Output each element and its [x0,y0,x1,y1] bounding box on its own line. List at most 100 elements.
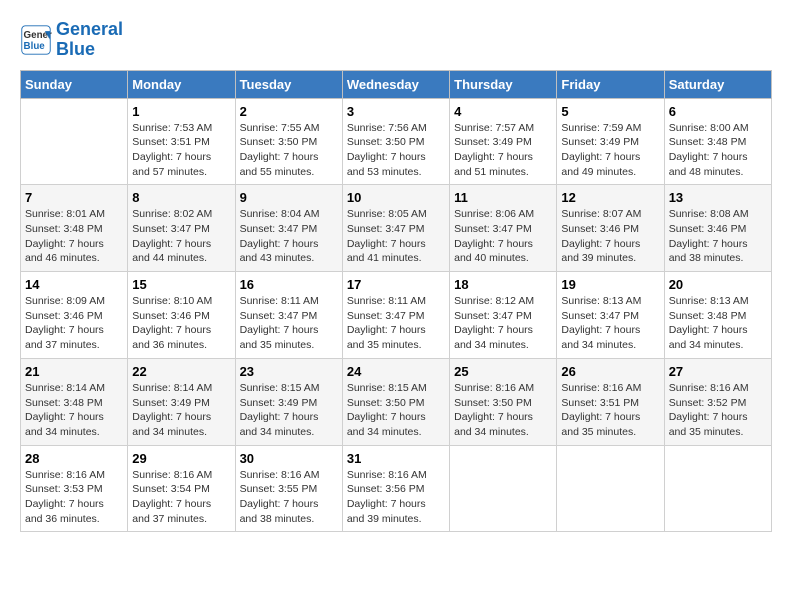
day-number: 7 [25,190,123,205]
header-friday: Friday [557,70,664,98]
calendar-header-row: SundayMondayTuesdayWednesdayThursdayFrid… [21,70,772,98]
day-number: 12 [561,190,659,205]
calendar-cell: 21Sunrise: 8:14 AM Sunset: 3:48 PM Dayli… [21,358,128,445]
day-number: 11 [454,190,552,205]
calendar-cell: 18 Sunrise: 8:12 AM Sunset: 3:47 PM Dayli… [450,272,557,359]
day-info: Sunrise: 7:57 AM Sunset: 3:49 PM Dayligh… [454,121,552,180]
calendar-cell: 8 Sunrise: 8:02 AM Sunset: 3:47 PM Daylig… [128,185,235,272]
day-info: Sunrise: 8:10 AM Sunset: 3:46 PM Dayligh… [132,294,230,353]
logo-text: GeneralBlue [56,20,123,60]
day-number: 18 [454,277,552,292]
calendar-cell: 1Sunrise: 7:53 AM Sunset: 3:51 PM Daylig… [128,98,235,185]
calendar-week-row: 14 Sunrise: 8:09 AM Sunset: 3:46 PM Dayli… [21,272,772,359]
day-number: 3 [347,104,445,119]
day-number: 16 [240,277,338,292]
day-info: Sunrise: 8:16 AM Sunset: 3:51 PM Dayligh… [561,381,659,440]
day-info: Sunrise: 8:14 AM Sunset: 3:48 PM Dayligh… [25,381,123,440]
day-info: Sunrise: 8:16 AM Sunset: 3:53 PM Dayligh… [25,468,123,527]
day-info: Sunrise: 8:02 AM Sunset: 3:47 PM Dayligh… [132,207,230,266]
day-number: 2 [240,104,338,119]
calendar-cell: 23 Sunrise: 8:15 AM Sunset: 3:49 PM Dayli… [235,358,342,445]
calendar-cell: 3 Sunrise: 7:56 AM Sunset: 3:50 PM Daylig… [342,98,449,185]
calendar-cell: 9 Sunrise: 8:04 AM Sunset: 3:47 PM Daylig… [235,185,342,272]
day-number: 22 [132,364,230,379]
day-info: Sunrise: 8:16 AM Sunset: 3:54 PM Dayligh… [132,468,230,527]
day-number: 15 [132,277,230,292]
calendar-week-row: 7 Sunrise: 8:01 AM Sunset: 3:48 PM Daylig… [21,185,772,272]
day-number: 26 [561,364,659,379]
calendar-cell: 2Sunrise: 7:55 AM Sunset: 3:50 PM Daylig… [235,98,342,185]
header-wednesday: Wednesday [342,70,449,98]
day-number: 25 [454,364,552,379]
calendar-cell [664,445,771,532]
calendar-cell: 11 Sunrise: 8:06 AM Sunset: 3:47 PM Dayli… [450,185,557,272]
calendar-cell: 29 Sunrise: 8:16 AM Sunset: 3:54 PM Dayli… [128,445,235,532]
calendar-week-row: 21Sunrise: 8:14 AM Sunset: 3:48 PM Dayli… [21,358,772,445]
day-info: Sunrise: 8:00 AM Sunset: 3:48 PM Dayligh… [669,121,767,180]
calendar-cell: 6Sunrise: 8:00 AM Sunset: 3:48 PM Daylig… [664,98,771,185]
calendar-week-row: 1Sunrise: 7:53 AM Sunset: 3:51 PM Daylig… [21,98,772,185]
calendar-cell: 13Sunrise: 8:08 AM Sunset: 3:46 PM Dayli… [664,185,771,272]
calendar-cell [557,445,664,532]
day-info: Sunrise: 8:15 AM Sunset: 3:49 PM Dayligh… [240,381,338,440]
logo-icon: General Blue [20,24,52,56]
calendar-week-row: 28 Sunrise: 8:16 AM Sunset: 3:53 PM Dayli… [21,445,772,532]
day-info: Sunrise: 8:11 AM Sunset: 3:47 PM Dayligh… [347,294,445,353]
day-number: 28 [25,451,123,466]
calendar-cell: 31Sunrise: 8:16 AM Sunset: 3:56 PM Dayli… [342,445,449,532]
day-number: 17 [347,277,445,292]
day-info: Sunrise: 8:16 AM Sunset: 3:50 PM Dayligh… [454,381,552,440]
day-info: Sunrise: 7:56 AM Sunset: 3:50 PM Dayligh… [347,121,445,180]
day-number: 5 [561,104,659,119]
day-info: Sunrise: 8:12 AM Sunset: 3:47 PM Dayligh… [454,294,552,353]
day-number: 14 [25,277,123,292]
calendar-cell: 15 Sunrise: 8:10 AM Sunset: 3:46 PM Dayli… [128,272,235,359]
calendar-cell: 25 Sunrise: 8:16 AM Sunset: 3:50 PM Dayli… [450,358,557,445]
calendar-table: SundayMondayTuesdayWednesdayThursdayFrid… [20,70,772,533]
day-info: Sunrise: 8:13 AM Sunset: 3:48 PM Dayligh… [669,294,767,353]
page-header: General Blue GeneralBlue [20,20,772,60]
day-number: 31 [347,451,445,466]
calendar-cell: 19 Sunrise: 8:13 AM Sunset: 3:47 PM Dayli… [557,272,664,359]
day-number: 23 [240,364,338,379]
calendar-cell: 20 Sunrise: 8:13 AM Sunset: 3:48 PM Dayli… [664,272,771,359]
calendar-cell: 12 Sunrise: 8:07 AM Sunset: 3:46 PM Dayli… [557,185,664,272]
logo: General Blue GeneralBlue [20,20,123,60]
day-info: Sunrise: 8:16 AM Sunset: 3:55 PM Dayligh… [240,468,338,527]
calendar-cell: 28 Sunrise: 8:16 AM Sunset: 3:53 PM Dayli… [21,445,128,532]
header-saturday: Saturday [664,70,771,98]
calendar-cell: 7 Sunrise: 8:01 AM Sunset: 3:48 PM Daylig… [21,185,128,272]
header-monday: Monday [128,70,235,98]
calendar-cell: 5 Sunrise: 7:59 AM Sunset: 3:49 PM Daylig… [557,98,664,185]
day-number: 1 [132,104,230,119]
day-info: Sunrise: 8:04 AM Sunset: 3:47 PM Dayligh… [240,207,338,266]
calendar-cell [450,445,557,532]
day-info: Sunrise: 8:01 AM Sunset: 3:48 PM Dayligh… [25,207,123,266]
svg-text:Blue: Blue [24,41,46,52]
day-number: 24 [347,364,445,379]
day-info: Sunrise: 8:06 AM Sunset: 3:47 PM Dayligh… [454,207,552,266]
calendar-cell: 30 Sunrise: 8:16 AM Sunset: 3:55 PM Dayli… [235,445,342,532]
day-info: Sunrise: 8:08 AM Sunset: 3:46 PM Dayligh… [669,207,767,266]
day-info: Sunrise: 7:59 AM Sunset: 3:49 PM Dayligh… [561,121,659,180]
calendar-cell [21,98,128,185]
day-number: 10 [347,190,445,205]
calendar-cell: 27Sunrise: 8:16 AM Sunset: 3:52 PM Dayli… [664,358,771,445]
calendar-cell: 16Sunrise: 8:11 AM Sunset: 3:47 PM Dayli… [235,272,342,359]
day-info: Sunrise: 8:09 AM Sunset: 3:46 PM Dayligh… [25,294,123,353]
header-sunday: Sunday [21,70,128,98]
day-number: 9 [240,190,338,205]
day-info: Sunrise: 8:07 AM Sunset: 3:46 PM Dayligh… [561,207,659,266]
header-thursday: Thursday [450,70,557,98]
day-number: 20 [669,277,767,292]
calendar-cell: 17 Sunrise: 8:11 AM Sunset: 3:47 PM Dayli… [342,272,449,359]
day-number: 29 [132,451,230,466]
day-info: Sunrise: 8:05 AM Sunset: 3:47 PM Dayligh… [347,207,445,266]
day-number: 30 [240,451,338,466]
day-number: 8 [132,190,230,205]
day-number: 4 [454,104,552,119]
day-number: 19 [561,277,659,292]
day-info: Sunrise: 8:14 AM Sunset: 3:49 PM Dayligh… [132,381,230,440]
calendar-cell: 10 Sunrise: 8:05 AM Sunset: 3:47 PM Dayli… [342,185,449,272]
day-info: Sunrise: 8:13 AM Sunset: 3:47 PM Dayligh… [561,294,659,353]
